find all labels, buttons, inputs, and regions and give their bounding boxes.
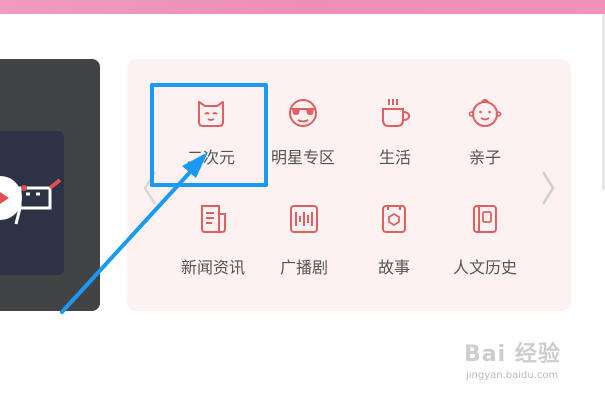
category-humanities-history[interactable]: 人文历史: [440, 202, 530, 292]
newspaper-icon: [201, 205, 226, 233]
category-celebrity[interactable]: 明星专区: [258, 96, 348, 186]
play-button[interactable]: [0, 176, 22, 220]
watermark-main: Bai 经验: [464, 342, 561, 367]
notebook-icon: [473, 205, 497, 233]
category-parenting[interactable]: 亲子: [440, 96, 530, 186]
category-label: 亲子: [468, 148, 501, 167]
category-radio-drama[interactable]: 广播剧: [259, 202, 349, 292]
audio-wave-icon: [290, 205, 318, 233]
category-life[interactable]: 生活: [350, 96, 440, 186]
watermark: Bai 经验 jingyan.baidu.com: [464, 336, 604, 400]
story-book-icon: [382, 205, 406, 233]
cat-face-icon: [198, 101, 224, 127]
category-anime[interactable]: 二次元: [166, 96, 256, 186]
sunglasses-face-icon: [289, 99, 317, 127]
watermark-sub: jingyan.baidu.com: [466, 370, 559, 381]
chevron-left-icon[interactable]: [142, 170, 158, 206]
baby-face-icon: [468, 99, 502, 127]
category-story[interactable]: 故事: [349, 202, 439, 292]
coffee-cup-icon: [382, 99, 411, 127]
top-banner-strip: [0, 0, 605, 14]
category-label: 人文历史: [452, 258, 517, 277]
play-icon: [0, 192, 9, 204]
chevron-right-icon[interactable]: [540, 170, 556, 206]
category-news[interactable]: 新闻资讯: [168, 202, 258, 292]
